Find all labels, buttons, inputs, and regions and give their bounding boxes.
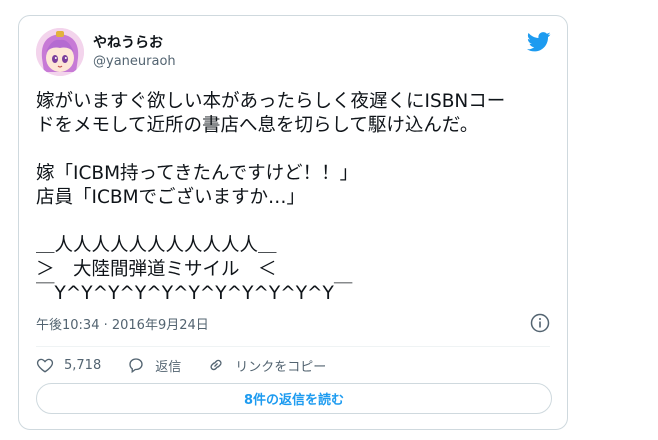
action-bar: 5,718 返信 リンクをコピー — [36, 354, 352, 376]
copy-link-label: リンクをコピー — [235, 359, 327, 375]
speech-bubble-icon — [129, 358, 143, 374]
tweet-line: 嫁「ICBM持ってきたんですけど！！」 — [36, 163, 359, 184]
heart-icon — [36, 358, 54, 373]
author-name[interactable]: やねうらお — [93, 32, 163, 52]
reply-button[interactable]: 返信 — [127, 356, 181, 375]
copy-link-button[interactable]: リンクをコピー — [207, 356, 326, 375]
avatar[interactable] — [36, 28, 84, 76]
tweet-line: ￣Y^Y^Y^Y^Y^Y^Y^Y^Y^Y^Y￣ — [36, 283, 353, 304]
info-icon[interactable] — [530, 313, 550, 333]
tweet-card: やねうらお @yaneuraoh 嫁がいますぐ欲しい本があったらしく夜遅くにIS… — [18, 15, 568, 430]
tweet-line: ＞ 大陸間弾道ミサイル ＜ — [36, 259, 277, 280]
reply-label: 返信 — [155, 359, 182, 375]
divider — [36, 346, 550, 347]
tweet-line: ドをメモして近所の書店へ息を切らして駆け込んだ。 — [36, 115, 479, 136]
tweet-line: 店員「ICBMでございますか…」 — [36, 187, 306, 208]
tweet-line: 嫁がいますぐ欲しい本があったらしく夜遅くにISBNコー — [36, 91, 506, 112]
like-count: 5,718 — [64, 357, 102, 373]
tweet-text: 嫁がいますぐ欲しい本があったらしく夜遅くにISBNコー ドをメモして近所の書店へ… — [36, 90, 556, 306]
twitter-bird-icon[interactable] — [527, 32, 551, 52]
read-replies-button[interactable]: 8件の返信を読む — [36, 383, 552, 414]
link-icon — [210, 359, 222, 371]
like-button[interactable]: 5,718 — [36, 356, 101, 374]
avatar-image — [36, 28, 84, 76]
tweet-timestamp[interactable]: 午後10:34 · 2016年9月24日 — [36, 314, 209, 333]
author-handle[interactable]: @yaneuraoh — [93, 54, 176, 69]
tweet-line: ＿人人人人人人人人人人人＿ — [36, 235, 277, 256]
